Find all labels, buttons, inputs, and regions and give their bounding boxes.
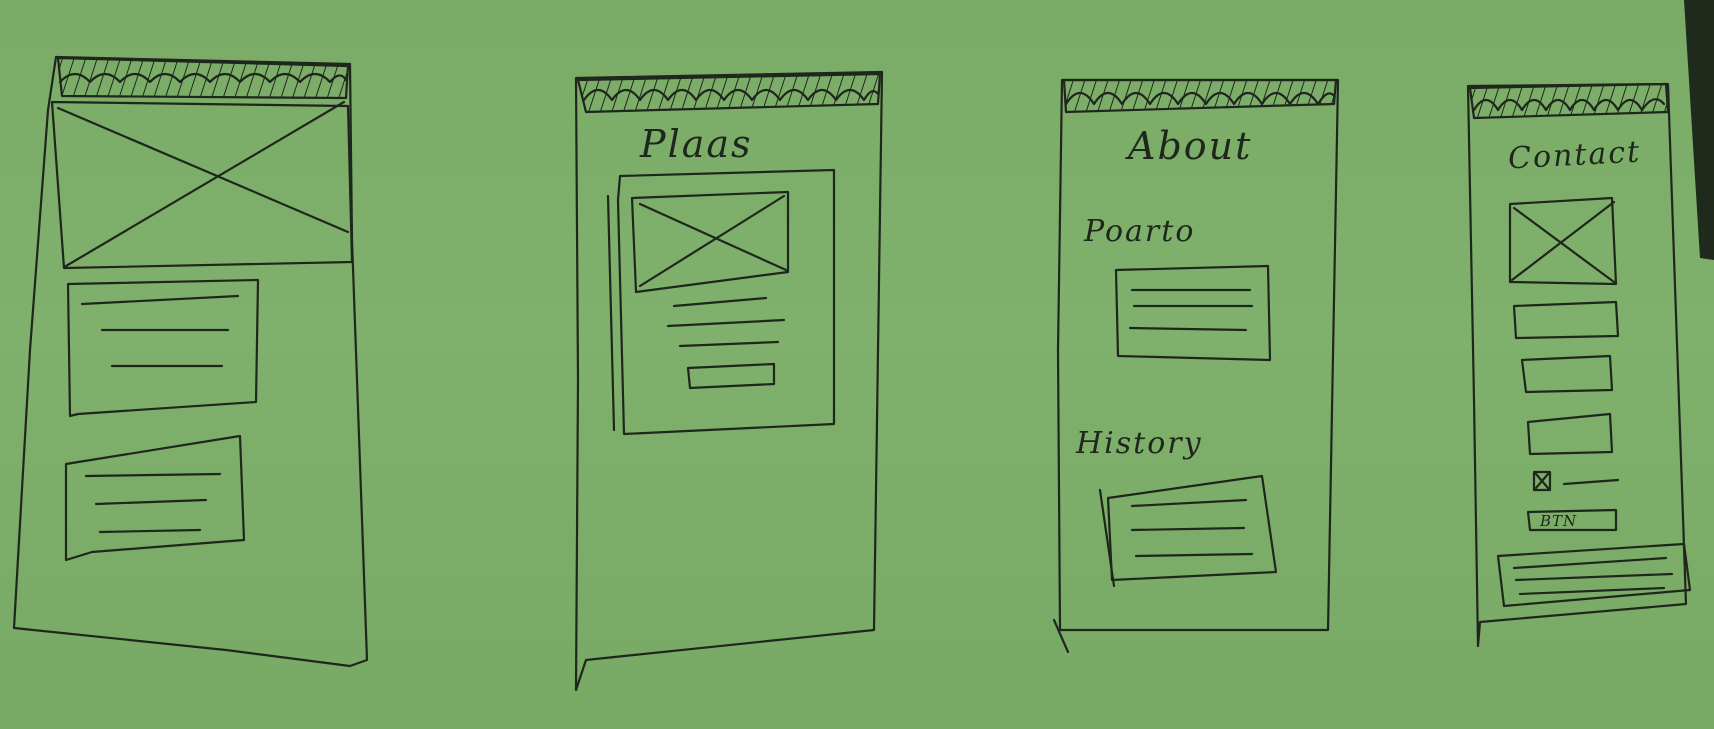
contact-button-label: BTN	[1540, 512, 1578, 530]
about-section-photo: Poarto	[1084, 214, 1196, 249]
green-paper-sheet: Plaas About Contact Poarto History BTN	[0, 0, 1714, 729]
about-section-history: History	[1076, 426, 1203, 461]
home-text-card-2	[64, 434, 246, 562]
contact-header-bar	[1468, 82, 1670, 120]
contact-image-placeholder	[1508, 196, 1618, 286]
wireframe-sketch	[12, 0, 1714, 692]
places-card-image-placeholder	[630, 190, 790, 294]
places-title: Plaas	[640, 122, 753, 166]
about-title: About	[1128, 124, 1253, 168]
about-photo-card	[1114, 264, 1272, 362]
about-header-bar	[1062, 78, 1338, 114]
contact-checkbox	[1532, 470, 1620, 492]
home-header-bar	[56, 56, 350, 100]
home-hero-image-placeholder	[50, 100, 354, 270]
contact-title: Contact	[1507, 134, 1642, 177]
screen-home	[12, 55, 369, 668]
places-button	[686, 362, 776, 390]
places-card	[606, 168, 836, 436]
contact-input-2	[1520, 354, 1614, 394]
contact-input-3	[1526, 412, 1614, 456]
places-header-bar	[576, 72, 882, 114]
about-history-card	[1098, 474, 1278, 588]
contact-footer	[1496, 542, 1692, 608]
contact-input-1	[1512, 300, 1620, 340]
home-text-card-1	[66, 278, 260, 418]
table-edge	[1684, 0, 1714, 260]
